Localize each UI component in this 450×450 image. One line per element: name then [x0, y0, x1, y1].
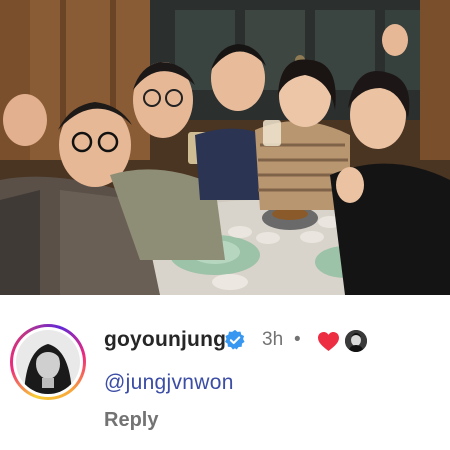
heart-icon[interactable] [317, 331, 340, 352]
profile-avatar[interactable] [10, 324, 86, 400]
comment-username[interactable]: goyounjung [104, 328, 226, 352]
separator-dot: • [294, 329, 301, 350]
comment-mention[interactable]: @jungjvnwon [104, 371, 234, 395]
reply-button[interactable]: Reply [104, 409, 158, 432]
verified-badge-icon [224, 329, 246, 351]
comment-timestamp: 3h [262, 329, 284, 350]
comment-row: goyounjung 3h • @jungjvnwon Reply [0, 295, 450, 450]
post-photo [0, 0, 450, 295]
liker-avatar [345, 330, 367, 352]
avatar-photo [16, 330, 80, 394]
